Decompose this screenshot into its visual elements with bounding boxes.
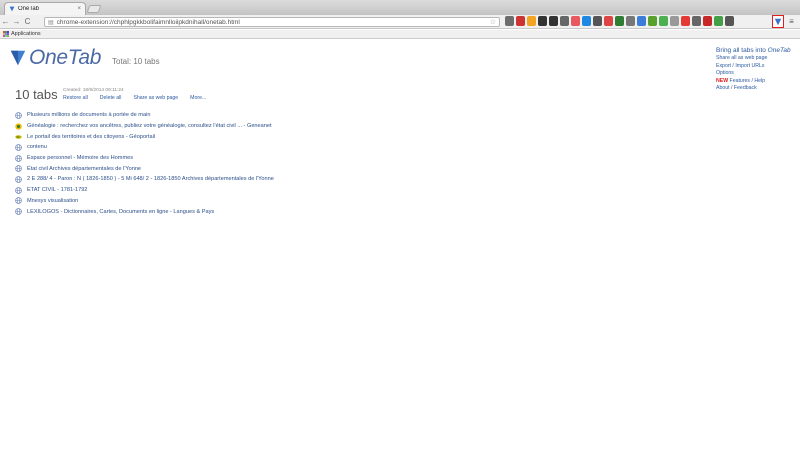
onetab-logo: OneTab (10, 46, 101, 70)
geneanet-icon (15, 122, 22, 130)
saved-tab-link[interactable]: Espace personnel - Mémoire des Hommes (27, 155, 133, 161)
extension-icon[interactable] (571, 16, 580, 26)
tab-title: OneTab (18, 6, 40, 12)
tab-close-icon[interactable]: × (77, 6, 81, 12)
page-icon: ▤ (48, 19, 54, 26)
saved-tab-row[interactable]: État civil Archives départementales de l… (15, 163, 415, 174)
extension-icon[interactable] (549, 16, 558, 26)
extension-icon[interactable] (637, 16, 646, 26)
share-all-link[interactable]: Share all as web page (716, 55, 796, 63)
onetab-funnel-icon (774, 18, 782, 25)
saved-tab-row[interactable]: Espace personnel - Mémoire des Hommes (15, 153, 415, 164)
saved-tab-link[interactable]: 2 E 288/ 4 - Paron : N ( 1826-1850 ) - 5… (27, 176, 274, 182)
features-help-link[interactable]: NEW Features / Help (716, 78, 796, 86)
address-text[interactable]: chrome-extension://chphlpgkkbolifaimnllo… (57, 19, 490, 26)
logo-text: OneTab (29, 46, 102, 69)
globe-icon (15, 112, 22, 119)
saved-tab-link[interactable]: LEXILOGOS - Dictionnaires, Cartes, Docum… (27, 209, 214, 215)
saved-tab-link[interactable]: État civil Archives départementales de l… (27, 166, 141, 172)
saved-tab-row[interactable]: Généalogie : recherchez vos ancêtres, pu… (15, 121, 415, 132)
browser-tab-onetab[interactable]: OneTab × (4, 2, 86, 15)
extension-icon[interactable] (505, 16, 514, 26)
bring-all-brand: OneTab (767, 47, 791, 54)
extension-icon[interactable] (703, 16, 712, 26)
extension-icon[interactable] (670, 16, 679, 26)
saved-tab-row[interactable]: 2 E 288/ 4 - Paron : N ( 1826-1850 ) - 5… (15, 174, 415, 185)
onetab-favicon-icon (9, 6, 15, 12)
extension-icon[interactable] (626, 16, 635, 26)
globe-icon (15, 186, 22, 194)
reload-button[interactable]: C (22, 15, 33, 29)
saved-tab-row[interactable]: contenu (15, 142, 415, 153)
new-badge: NEW (716, 77, 729, 84)
saved-tab-row[interactable]: ETAT CIVIL - 1781-1792 (15, 185, 415, 196)
extension-icon[interactable] (582, 16, 591, 26)
saved-tab-link[interactable]: Plusieurs millions de documents à portée… (27, 112, 150, 118)
saved-tab-link[interactable]: Le portail des territoires et des citoye… (27, 134, 155, 140)
export-import-link[interactable]: Export / Import URLs (716, 63, 796, 71)
total-tabs: Total: 10 tabs (112, 57, 160, 66)
bookmark-star-icon[interactable]: ☆ (490, 18, 496, 26)
extension-icon[interactable] (615, 16, 624, 26)
globe-icon (15, 176, 22, 183)
extension-icons (505, 16, 734, 26)
extension-icon[interactable] (604, 16, 613, 26)
saved-tab-link[interactable]: contenu (27, 144, 47, 150)
tab-strip: OneTab × (0, 0, 800, 15)
saved-tab-row[interactable]: Mnesys visualisation (15, 196, 415, 207)
bookmarks-bar: Applications (0, 30, 800, 39)
saved-tab-link[interactable]: Généalogie : recherchez vos ancêtres, pu… (27, 123, 272, 129)
saved-tab-link[interactable]: Mnesys visualisation (27, 198, 78, 204)
apps-bookmark[interactable]: Applications (11, 31, 41, 37)
saved-tab-link[interactable]: ETAT CIVIL - 1781-1792 (27, 187, 87, 193)
globe-icon (15, 154, 22, 162)
extension-icon[interactable] (593, 16, 602, 26)
extension-icon[interactable] (516, 16, 525, 26)
globe-icon (15, 208, 22, 215)
saved-tab-list: Plusieurs millions de documents à portée… (15, 110, 415, 217)
extension-icon[interactable] (648, 16, 657, 26)
extension-icon[interactable] (692, 16, 701, 26)
group-actions: Restore all Delete all Share as web page… (63, 95, 263, 101)
back-button[interactable]: ← (0, 15, 11, 29)
extension-icon[interactable] (725, 16, 734, 26)
restore-all-link[interactable]: Restore all (63, 95, 88, 101)
group-tab-count: 10 tabs (15, 87, 58, 102)
delete-all-link[interactable]: Delete all (100, 95, 122, 101)
onetab-extension-button[interactable] (772, 15, 784, 28)
extension-icon[interactable] (527, 16, 536, 26)
features-help-label: Features / Help (728, 77, 766, 84)
saved-tab-row[interactable]: Plusieurs millions de documents à portée… (15, 110, 415, 121)
extension-icon[interactable] (681, 16, 690, 26)
forward-button[interactable]: → (11, 15, 22, 29)
globe-icon (15, 144, 22, 151)
apps-grid-icon[interactable] (3, 31, 9, 37)
saved-tab-row[interactable]: Le portail des territoires et des citoye… (15, 131, 415, 142)
group-meta: Created: 18/9/2014 09:11:24 Restore all … (63, 88, 263, 101)
new-tab-button[interactable] (86, 5, 102, 13)
extension-icon[interactable] (714, 16, 723, 26)
more-link[interactable]: More... (190, 95, 206, 101)
extension-icon[interactable] (538, 16, 547, 26)
extension-icon[interactable] (659, 16, 668, 26)
saved-tab-row[interactable]: LEXILOGOS - Dictionnaires, Cartes, Docum… (15, 206, 415, 217)
tab-group-header: 10 tabs Created: 18/9/2014 09:11:24 Rest… (15, 87, 206, 102)
geoportail-icon (15, 133, 22, 140)
bring-all-tabs-link[interactable]: Bring all tabs into OneTab (716, 46, 796, 55)
address-bar[interactable]: ▤ chrome-extension://chphlpgkkbolifaimnl… (44, 17, 500, 27)
about-feedback-link[interactable]: About / Feedback (716, 85, 796, 93)
bring-all-prefix: Bring all tabs into (716, 47, 768, 54)
globe-icon (15, 165, 22, 173)
share-as-web-page-link[interactable]: Share as web page (133, 95, 178, 101)
group-created-date: Created: 18/9/2014 09:11:24 (63, 88, 124, 93)
extension-icon[interactable] (560, 16, 569, 26)
options-link[interactable]: Options (716, 70, 796, 78)
globe-icon (15, 197, 22, 205)
chrome-menu-icon[interactable]: ≡ (787, 17, 796, 26)
onetab-logo-icon (10, 50, 26, 66)
onetab-menu: Bring all tabs into OneTab Share all as … (716, 46, 796, 93)
